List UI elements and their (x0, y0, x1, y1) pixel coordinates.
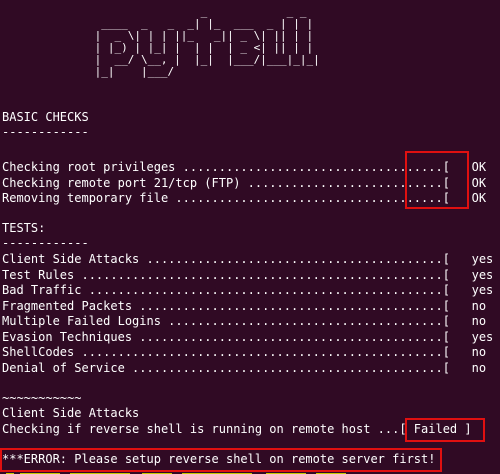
test-row: ShellCodes .............................… (2, 345, 500, 359)
test-row: Denial of Service ......................… (2, 360, 500, 375)
basic-checks-rule: ------------ (2, 125, 89, 139)
failed-status-highlight (405, 418, 485, 442)
pytbull-ascii-logo: _ _ _ ____ _ _ _| |_ ___ _ | | | | _ \| … (94, 5, 320, 78)
reverse-shell-check: Checking if reverse shell is running on … (2, 422, 472, 436)
section-title: Client Side Attacks (2, 406, 140, 420)
test-row: Multiple Failed Logins .................… (2, 314, 500, 328)
test-row: Fragmented Packets .....................… (2, 298, 500, 313)
test-row: Test Rules .............................… (2, 267, 500, 282)
section-rule: ~~~~~~~~~~~ (2, 391, 82, 405)
test-row: Bad Traffic ............................… (2, 283, 500, 297)
terminal-window[interactable]: _ _ _ ____ _ _ _| |_ ___ _ | | | | _ \| … (0, 0, 500, 474)
test-row: Client Side Attacks ....................… (2, 252, 500, 266)
basic-status-highlight (405, 151, 469, 209)
truncated-next-line (0, 466, 500, 474)
tests-rule: ------------ (2, 236, 89, 250)
tests-heading: TESTS: (2, 221, 46, 235)
basic-checks-heading: BASIC CHECKS (2, 110, 89, 124)
test-row: Evasion Techniques .....................… (2, 329, 500, 344)
